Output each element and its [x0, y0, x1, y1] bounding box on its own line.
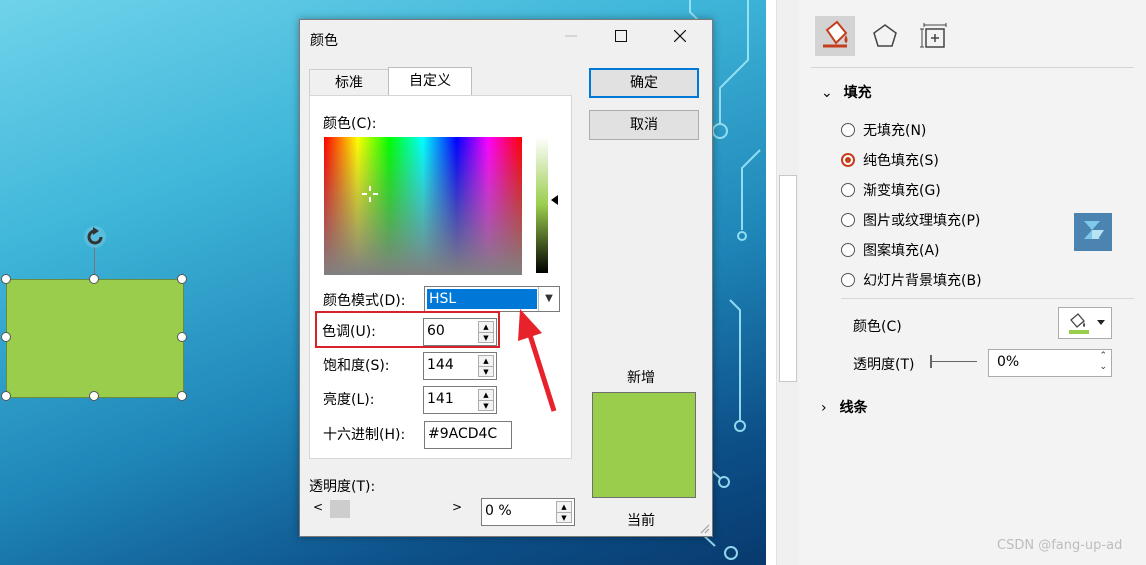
saturation-label: 饱和度(S): [323, 358, 390, 374]
ok-button[interactable]: 确定 [589, 68, 699, 98]
saturation-stepper[interactable]: 144 ▲ ▼ [423, 352, 497, 380]
luminance-label: 亮度(L): [323, 392, 375, 408]
maximize-icon [615, 30, 627, 42]
fill-option-label: 图案填充(A) [863, 243, 940, 259]
transparency-value: 0 % [485, 503, 512, 519]
maximize-button[interactable] [598, 20, 644, 54]
saturation-value: 144 [427, 357, 454, 373]
resize-handle-bottom-right[interactable] [177, 391, 187, 401]
rotate-handle-icon[interactable] [82, 224, 108, 250]
transparency-input[interactable]: 0% ⌃ ⌄ [988, 349, 1112, 377]
hue-stepper[interactable]: 60 ▲ ▼ [423, 318, 497, 346]
scrollbar-thumb[interactable] [779, 175, 797, 382]
paint-bucket-icon [823, 20, 848, 48]
luminance-pointer-icon[interactable] [551, 195, 558, 205]
new-color-swatch [592, 392, 696, 498]
transparency-label: 透明度(T) [853, 357, 915, 373]
transparency-stepper[interactable]: 0 % ▲ ▼ [481, 498, 575, 526]
fill-option-label: 无填充(N) [863, 123, 927, 139]
color-dialog: 颜色 标准 自定义 颜色(C): 颜色模式(D): HSL ▼ 色调(U): 6… [299, 19, 713, 537]
color-label: 颜色(C) [853, 319, 902, 335]
dialog-title: 颜色 [310, 33, 338, 49]
fill-section-header[interactable]: ⌄ 填充 [821, 82, 872, 102]
radio-solid[interactable] [841, 153, 855, 167]
gutter [766, 0, 776, 565]
radio-pattern[interactable] [841, 243, 855, 257]
size-properties-tab[interactable] [915, 16, 955, 56]
fill-option-label: 渐变填充(G) [863, 183, 941, 199]
radio-slide-background[interactable] [841, 273, 855, 287]
hue-spin-buttons[interactable]: ▲ ▼ [478, 321, 494, 343]
saturation-spin-buttons[interactable]: ▲ ▼ [478, 355, 494, 377]
transparency-label: 透明度(T): [309, 479, 376, 495]
radio-picture[interactable] [841, 213, 855, 227]
tab-standard[interactable]: 标准 [309, 69, 389, 95]
resize-handle-bottom[interactable] [89, 391, 99, 401]
resize-handle-bottom-left[interactable] [1, 391, 11, 401]
luminance-spin-buttons[interactable]: ▲ ▼ [478, 389, 494, 411]
close-button[interactable] [657, 20, 703, 54]
watermark: CSDN @fang-up-ad [997, 538, 1123, 553]
red-arrow-annotation-icon [518, 309, 557, 412]
pentagon-icon [873, 24, 897, 47]
fill-color-button[interactable] [1058, 307, 1112, 339]
color-spectrum-picker[interactable] [324, 137, 522, 275]
crosshair-icon [362, 186, 378, 202]
pattern-preview-icon [1074, 213, 1112, 251]
fill-option-label: 图片或纹理填充(P) [863, 213, 981, 229]
new-color-label: 新增 [627, 370, 655, 386]
fill-divider [841, 298, 1134, 299]
effects-tab[interactable] [865, 16, 905, 56]
fill-option-label: 纯色填充(S) [863, 153, 939, 169]
line-section-header[interactable]: › 线条 [821, 397, 867, 417]
fill-section-label: 填充 [843, 85, 872, 101]
radio-none[interactable] [841, 123, 855, 137]
resize-handle-left[interactable] [1, 332, 11, 342]
tab-custom[interactable]: 自定义 [388, 67, 472, 95]
colors-label: 颜色(C): [323, 116, 377, 132]
color-mode-label: 颜色模式(D): [323, 293, 406, 309]
current-color-label: 当前 [627, 513, 655, 529]
transparency-thumb[interactable] [330, 500, 350, 518]
size-properties-icon [920, 23, 947, 48]
luminance-stepper[interactable]: 141 ▲ ▼ [423, 386, 497, 414]
fill-option-label: 幻灯片背景填充(B) [863, 273, 982, 289]
hex-label: 十六进制(H): [323, 427, 406, 443]
transparency-slider[interactable] [931, 361, 977, 362]
luminance-value: 141 [427, 391, 454, 407]
format-shape-pane: ⌄ 填充 无填充(N) 纯色填充(S) 渐变填充(G) 图片或纹理填充(P) 图… [799, 0, 1146, 565]
hue-label: 色调(U): [322, 324, 376, 340]
pane-divider [811, 67, 1134, 68]
scroll-left-icon[interactable]: < [313, 500, 323, 514]
spin-buttons-icon[interactable]: ⌃ ⌄ [1099, 351, 1107, 373]
slide-scrollbar[interactable] [776, 0, 800, 565]
luminance-slider[interactable] [536, 137, 548, 273]
line-section-label: 线条 [839, 400, 868, 416]
scroll-right-icon[interactable]: > [452, 500, 462, 514]
hex-input[interactable]: #9ACD4C [424, 421, 512, 449]
radio-gradient[interactable] [841, 183, 855, 197]
resize-handle-top-left[interactable] [1, 274, 11, 284]
resize-handle-top[interactable] [89, 274, 99, 284]
chevron-right-icon: › [821, 400, 827, 416]
chevron-down-icon: ⌄ [821, 85, 833, 101]
hue-value: 60 [427, 323, 445, 339]
paint-bucket-color-icon [1069, 313, 1105, 334]
selected-rectangle-shape[interactable] [6, 279, 184, 398]
cancel-button[interactable]: 取消 [589, 110, 699, 140]
transparency-value: 0% [997, 354, 1020, 370]
close-icon [673, 29, 687, 43]
resize-handle-right[interactable] [177, 332, 187, 342]
fill-and-line-tab[interactable] [815, 16, 855, 56]
minimize-icon [548, 20, 594, 54]
resize-grip-icon[interactable] [700, 524, 710, 534]
resize-handle-top-right[interactable] [177, 274, 187, 284]
transparency-spin-buttons[interactable]: ▲ ▼ [556, 501, 572, 523]
